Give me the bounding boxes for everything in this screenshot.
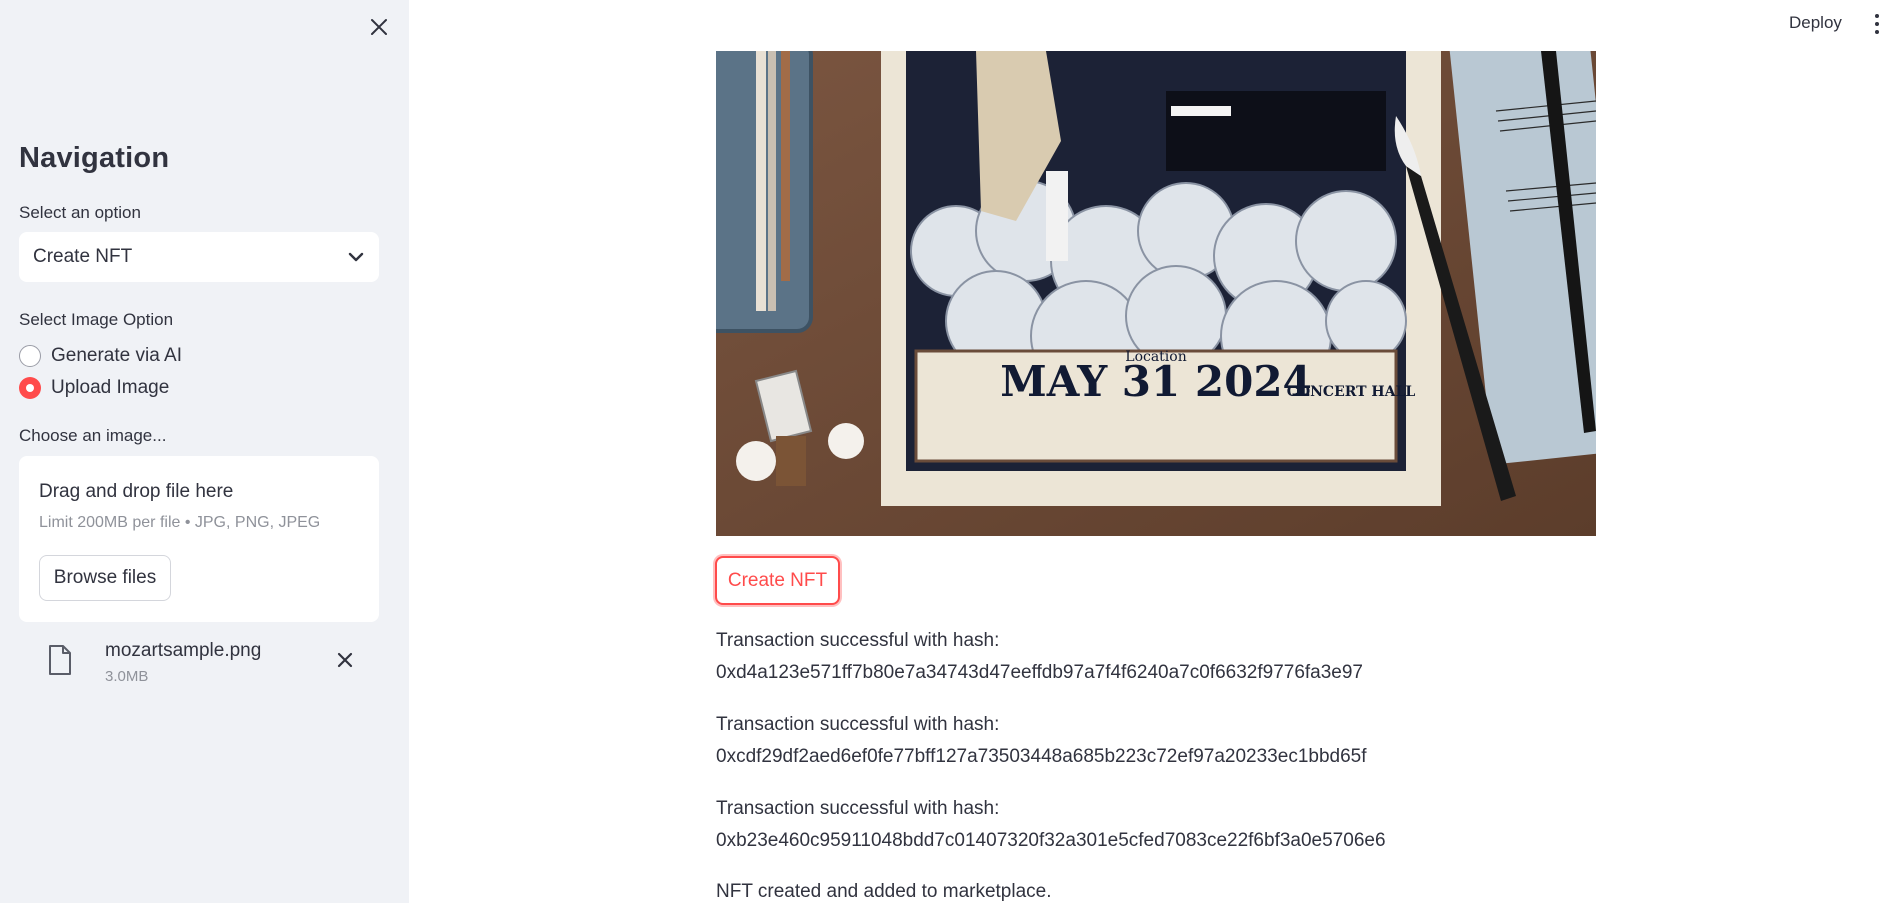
file-dropzone[interactable]: Drag and drop file here Limit 200MB per … — [19, 456, 379, 622]
transaction-hash: 0xcdf29df2aed6ef0fe77bff127a73503448a685… — [716, 746, 1367, 767]
file-icon — [47, 644, 73, 681]
uploaded-file: mozartsample.png 3.0MB — [19, 632, 379, 692]
nft-created-message: NFT created and added to marketplace. — [716, 881, 1052, 902]
create-nft-button[interactable]: Create NFT — [715, 556, 840, 605]
radio-label: Upload Image — [51, 377, 170, 398]
transaction-hash: 0xd4a123e571ff7b80e7a34743d47eeffdb97a7f… — [716, 662, 1364, 683]
kebab-menu-icon — [1875, 30, 1879, 34]
transaction-hash: 0xb23e460c95911048bdd7c01407320f32a301e5… — [716, 830, 1386, 851]
dropzone-title: Drag and drop file here — [39, 481, 234, 502]
browse-files-button[interactable]: Browse files — [39, 555, 171, 601]
sidebar-title: Navigation — [19, 142, 170, 174]
poster-venue: CONCERT HALL — [1287, 384, 1416, 400]
uploaded-image-preview: MAY 31 2024 Location CONCERT HALL — [716, 51, 1596, 536]
file-size: 3.0MB — [105, 668, 149, 685]
transaction-label: Transaction successful with hash: — [716, 714, 1000, 735]
main-menu-button[interactable] — [1870, 12, 1884, 36]
chevron-down-icon — [348, 252, 364, 262]
image-option-label: Select Image Option — [19, 310, 174, 329]
radio-upload-image[interactable]: Upload Image — [19, 377, 169, 399]
transaction-message-1: Transaction successful with hash: 0xd4a1… — [716, 625, 1363, 689]
radio-label: Generate via AI — [51, 345, 182, 366]
transaction-message-3: Transaction successful with hash: 0xb23e… — [716, 793, 1386, 857]
radio-circle[interactable] — [19, 345, 41, 367]
option-select-value: Create NFT — [33, 246, 133, 267]
close-sidebar-button[interactable] — [366, 14, 392, 40]
transaction-label: Transaction successful with hash: — [716, 798, 1000, 819]
deploy-button[interactable]: Deploy — [1781, 9, 1850, 37]
radio-circle-selected[interactable] — [19, 377, 41, 399]
kebab-menu-icon — [1875, 14, 1879, 18]
kebab-menu-icon — [1875, 22, 1879, 26]
transaction-message-2: Transaction successful with hash: 0xcdf2… — [716, 709, 1367, 773]
sidebar: Navigation Select an option Create NFT S… — [0, 0, 409, 903]
dropzone-limit: Limit 200MB per file • JPG, PNG, JPEG — [39, 514, 321, 531]
remove-file-button[interactable] — [334, 649, 356, 671]
select-option-label: Select an option — [19, 203, 141, 222]
remove-file-icon — [337, 652, 353, 668]
transaction-label: Transaction successful with hash: — [716, 630, 1000, 651]
radio-generate-ai[interactable]: Generate via AI — [19, 345, 182, 367]
file-name: mozartsample.png — [105, 640, 262, 661]
choose-image-label: Choose an image... — [19, 426, 167, 445]
option-select[interactable]: Create NFT — [19, 232, 379, 282]
poster-location: Location — [1125, 349, 1186, 365]
close-icon — [371, 19, 387, 35]
